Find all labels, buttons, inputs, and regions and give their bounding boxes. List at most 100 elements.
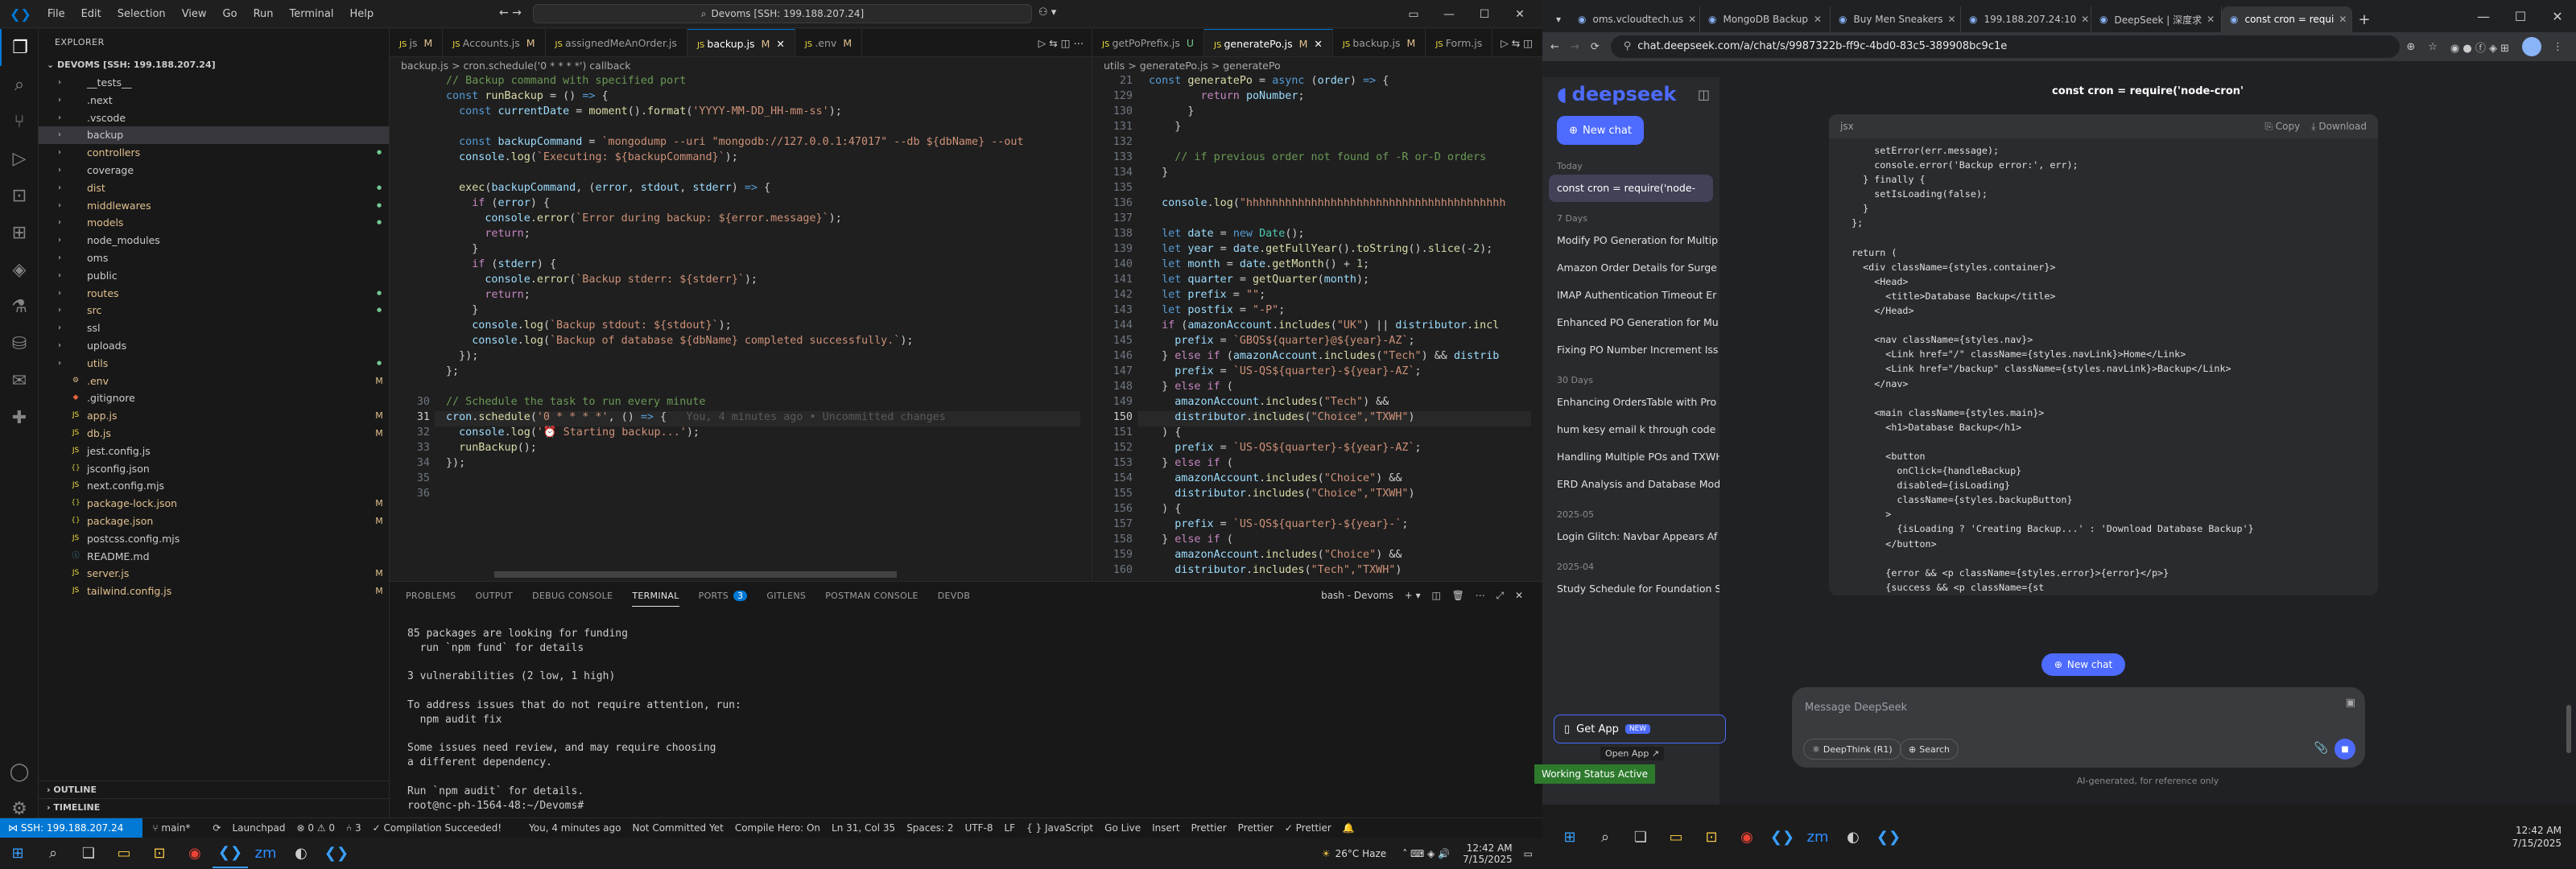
panel-tab-output[interactable]: OUTPUT bbox=[475, 591, 513, 601]
browser-tab[interactable]: ◉ const cron = requi ✕ bbox=[2222, 6, 2352, 32]
tree-item[interactable]: › models ● bbox=[39, 214, 389, 232]
tree-item[interactable]: › routes ● bbox=[39, 285, 389, 303]
panel-tab-debug-console[interactable]: DEBUG CONSOLE bbox=[532, 591, 613, 601]
horizontal-scrollbar[interactable] bbox=[494, 571, 897, 578]
browser-tab[interactable]: ◉ Buy Men Sneakers ✕ bbox=[1831, 6, 1961, 32]
history-item[interactable]: Fixing PO Number Increment Iss bbox=[1542, 336, 1719, 364]
editor-tab[interactable]: JS backup.js M ✕ bbox=[687, 29, 795, 56]
maximize-button[interactable]: ☐ bbox=[1467, 8, 1502, 21]
history-item[interactable]: Modify PO Generation for Multip bbox=[1542, 227, 1719, 254]
history-item[interactable]: Amazon Order Details for Surge bbox=[1542, 254, 1719, 282]
tree-item[interactable]: › public bbox=[39, 267, 389, 285]
address-bar[interactable]: ⚲ chat.deepseek.com/a/chat/s/9987322b-ff9… bbox=[1610, 35, 2401, 58]
prettier-status-3[interactable]: ✓ Prettier bbox=[1285, 822, 1331, 834]
history-item[interactable]: const cron = require('node-⋯ bbox=[1549, 175, 1713, 202]
tree-item[interactable]: › backup bbox=[39, 126, 389, 145]
menu-terminal[interactable]: Terminal bbox=[290, 8, 334, 20]
collapse-sidebar-icon[interactable]: ◫ bbox=[1698, 87, 1710, 102]
compile-hero[interactable]: Compile Hero: On bbox=[735, 822, 820, 834]
tree-item[interactable]: {} package-lock.json M bbox=[39, 495, 389, 513]
eol[interactable]: LF bbox=[1004, 822, 1015, 834]
branch-indicator[interactable]: ⑂ main* bbox=[152, 822, 201, 834]
windows-start-icon[interactable]: ⊞ bbox=[0, 839, 35, 868]
image-icon[interactable]: ▣ bbox=[2346, 697, 2355, 709]
panel-tab-ports[interactable]: PORTS bbox=[699, 591, 729, 601]
send-button[interactable]: ■ bbox=[2334, 739, 2355, 760]
app-icon-2[interactable]: ❮❯ bbox=[319, 839, 354, 868]
zoom-icon[interactable]: ⊕ bbox=[2406, 41, 2415, 53]
history-item[interactable]: Login Glitch: Navbar Appears Af bbox=[1542, 523, 1719, 550]
deepthink-toggle[interactable]: ⚛ DeepThink (R1) bbox=[1803, 739, 1901, 760]
clock[interactable]: 12:42 AM 7/15/2025 bbox=[1463, 842, 1513, 865]
site-info-icon[interactable]: ⚲ bbox=[1624, 40, 1632, 52]
menu-run[interactable]: Run bbox=[254, 8, 274, 20]
app-icon[interactable]: ◐ bbox=[283, 839, 319, 868]
close-tab-icon[interactable]: ✕ bbox=[1809, 14, 1822, 25]
puzzle-icon[interactable]: ✚ bbox=[0, 399, 39, 436]
tree-item[interactable]: {} package.json M bbox=[39, 513, 389, 530]
editor-tab[interactable]: JS Accounts.js M bbox=[443, 29, 546, 56]
menu-edit[interactable]: Edit bbox=[81, 8, 101, 20]
new-chat-floating-button[interactable]: ⊕ New chat bbox=[2041, 653, 2125, 676]
notification-icon[interactable]: ▭ bbox=[1524, 848, 1533, 859]
editor-actions[interactable]: ▷ ⇆ ◫ ⋯ bbox=[1030, 29, 1092, 56]
terminal-shell-label[interactable]: bash - Devoms bbox=[1321, 590, 1393, 601]
back-icon[interactable]: ← bbox=[1550, 41, 1559, 53]
menu-help[interactable]: Help bbox=[349, 8, 374, 20]
maximize-button[interactable]: ☐ bbox=[2502, 2, 2539, 32]
outline-section[interactable]: › OUTLINE bbox=[39, 780, 390, 798]
panel-tab-gitlens[interactable]: GITLENS bbox=[766, 591, 806, 601]
problems-indicator[interactable]: ⊗ 0 ⚠ 0 bbox=[296, 822, 335, 834]
message-input[interactable]: Message DeepSeek ⚛ DeepThink (R1) ⊕ Sear… bbox=[1792, 687, 2365, 768]
copy-button[interactable]: ⎘ Copy bbox=[2264, 121, 2300, 133]
browser-tab[interactable]: ◉ MongoDB Backup ✕ bbox=[1700, 6, 1831, 32]
tree-item[interactable]: › middlewares ● bbox=[39, 197, 389, 215]
vscode-taskbar-icon[interactable]: ❮❯ bbox=[213, 839, 248, 868]
clock[interactable]: 12:42 AM 7/15/2025 bbox=[2512, 824, 2562, 850]
layout-icon[interactable]: ▭ bbox=[1396, 8, 1431, 21]
menu-view[interactable]: View bbox=[182, 8, 207, 20]
tree-item[interactable]: JS next.config.mjs bbox=[39, 477, 389, 495]
close-button[interactable]: ✕ bbox=[2539, 2, 2576, 32]
tree-item[interactable]: › .next bbox=[39, 92, 389, 109]
go-live-button[interactable]: Go Live bbox=[1104, 822, 1141, 834]
panel-tab-devdb[interactable]: DEVDB bbox=[938, 591, 970, 601]
code-editor[interactable]: 21 const generatePo = async (order) => {1… bbox=[1092, 75, 1542, 581]
gitlens-icon[interactable]: ◈ bbox=[0, 251, 39, 288]
forward-icon[interactable]: → bbox=[1571, 41, 1579, 53]
history-item[interactable]: Study Schedule for Foundation S bbox=[1542, 575, 1719, 603]
chrome-icon[interactable]: ◉ bbox=[1729, 822, 1765, 851]
task-view-icon[interactable]: ❏ bbox=[71, 839, 106, 868]
vscode-taskbar-icon[interactable]: ❮❯ bbox=[1765, 822, 1800, 851]
tree-item[interactable]: › ssl bbox=[39, 319, 389, 337]
close-tab-icon[interactable]: ✕ bbox=[1314, 38, 1322, 50]
weather-text[interactable]: 26°C Haze bbox=[1335, 848, 1387, 859]
nav-arrows[interactable]: ← → bbox=[499, 6, 522, 19]
bookmark-star-icon[interactable]: ☆ bbox=[2428, 41, 2438, 53]
tree-item[interactable]: › coverage bbox=[39, 162, 389, 179]
chat-scrollbar[interactable] bbox=[2566, 705, 2571, 753]
store-icon[interactable]: ⊡ bbox=[142, 839, 177, 868]
close-panel-icon[interactable]: ✕ bbox=[1515, 590, 1523, 601]
deepseek-logo[interactable]: ◖ deepseek ◫ bbox=[1542, 77, 1719, 111]
indentation[interactable]: Spaces: 2 bbox=[906, 822, 953, 834]
zoom-icon[interactable]: zm bbox=[248, 839, 283, 868]
split-icon[interactable]: ◫ bbox=[1431, 590, 1440, 601]
new-chat-button[interactable]: ⊕ New chat bbox=[1557, 116, 1644, 145]
editor-tab[interactable]: JS .env M bbox=[795, 29, 863, 56]
search-icon[interactable]: ⌕ bbox=[1587, 822, 1623, 851]
panel-tab-problems[interactable]: PROBLEMS bbox=[406, 591, 456, 601]
testing-icon[interactable]: ⚗ bbox=[0, 288, 39, 325]
code-editor[interactable]: // Backup command with specified port con… bbox=[390, 75, 1092, 581]
tree-item[interactable]: JS server.js M bbox=[39, 565, 389, 583]
editor-tab[interactable]: JS assignedMeAnOrder.js bbox=[546, 29, 687, 56]
menu-kebab-icon[interactable]: ⋮ bbox=[2553, 41, 2563, 53]
close-tab-icon[interactable]: ✕ bbox=[2076, 14, 2089, 25]
tree-item[interactable]: › controllers ● bbox=[39, 144, 389, 162]
history-item[interactable]: Handling Multiple POs and TXWH bbox=[1542, 443, 1719, 471]
editor-tab[interactable]: JS getPoPrefix.js U bbox=[1092, 29, 1205, 56]
more-icon[interactable]: ⋯ bbox=[1476, 590, 1485, 601]
browser-tab[interactable]: ◉ DeepSeek | 深度求 ✕ bbox=[2091, 6, 2222, 32]
prettier-status-2[interactable]: Prettier bbox=[1238, 822, 1274, 834]
profile-avatar[interactable] bbox=[2522, 37, 2541, 56]
